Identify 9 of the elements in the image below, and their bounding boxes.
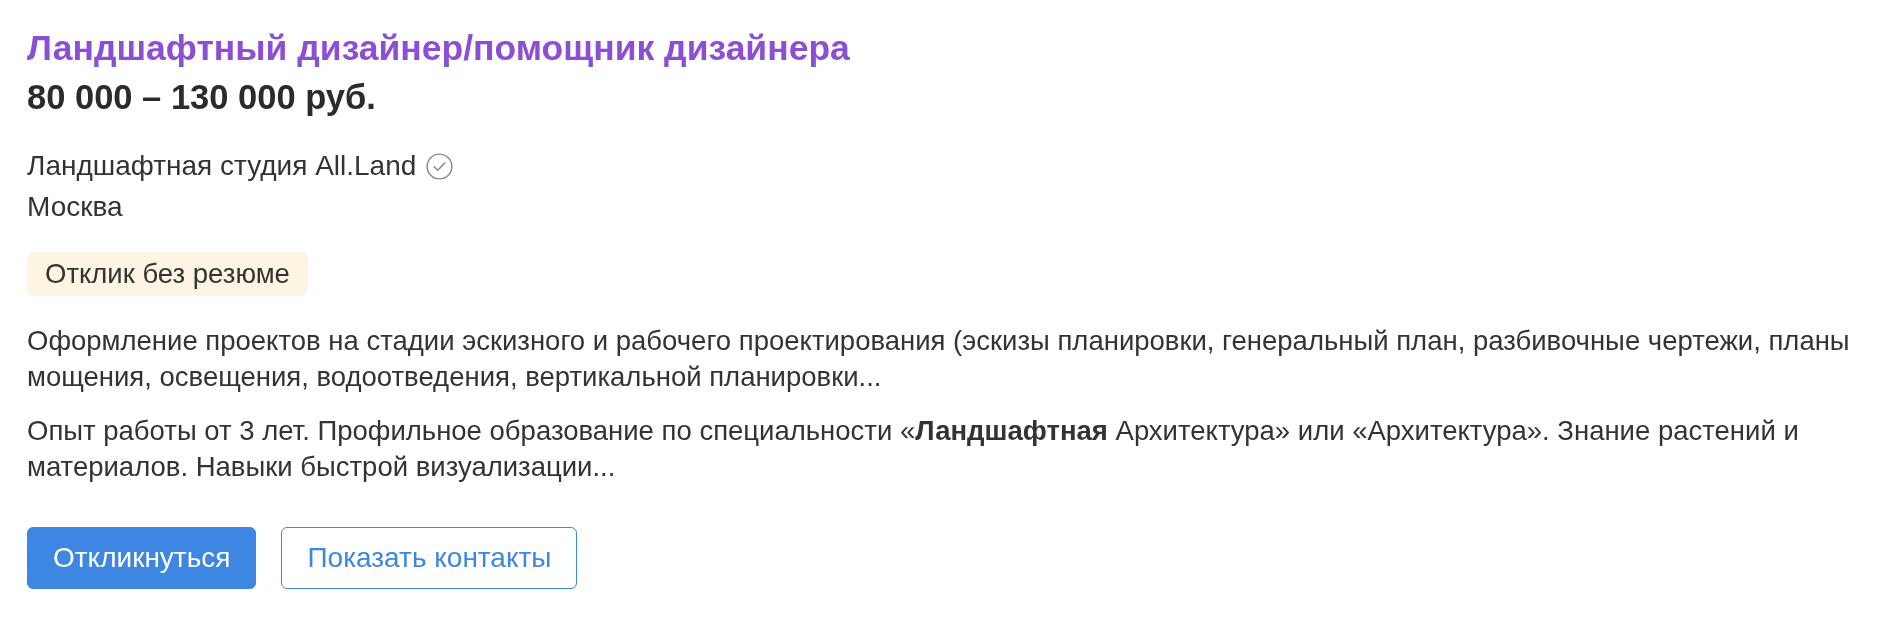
company-name-link[interactable]: Ландшафтная студия All.Land — [27, 146, 417, 186]
description-paragraph: Оформление проектов на стадии эскизного и рабочего проектирования (эскизы планировки, генеральный план, разбивочные чертежи, планы мощения, освещения, водоотведения, вертикальной планировки... — [27, 324, 1851, 394]
vacancy-title-link[interactable]: Ландшафтный дизайнер/помощник дизайнера — [27, 26, 850, 70]
respond-button[interactable]: Откликнуться — [27, 527, 257, 589]
location-text: Москва — [27, 190, 123, 224]
description-paragraph: Опыт работы от 3 лет. Профильное образование по специальности «Ландшафтная Архитектура» или «Архитектура». Знание растений и материалов. Навыки быстрой визуализации... — [27, 414, 1800, 484]
show-contacts-button[interactable]: Показать контакты — [281, 527, 578, 589]
response-badge: Отклик без резюме — [27, 252, 308, 296]
salary-range: 80 000 – 130 000 руб. — [27, 77, 376, 118]
